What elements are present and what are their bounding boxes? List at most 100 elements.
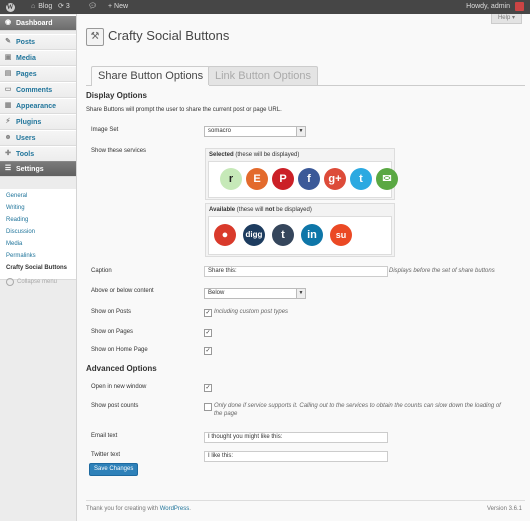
submenu-item-general[interactable]: General bbox=[0, 191, 76, 203]
tools-settings-icon: ⚒ bbox=[86, 28, 104, 46]
sidebar-item-media[interactable]: ▣ Media bbox=[0, 50, 76, 66]
show-posts-hint: Including custom post types bbox=[214, 309, 289, 315]
save-changes-button[interactable]: Save Changes bbox=[89, 463, 139, 476]
plug-icon: ⚡︎ bbox=[5, 118, 11, 125]
pinterest-icon[interactable]: P bbox=[272, 168, 294, 190]
available-services-title: Available (these will not be displayed) bbox=[209, 207, 312, 213]
submenu-item-media[interactable]: Media bbox=[0, 239, 76, 251]
image-set-select[interactable]: somacro ▼ bbox=[204, 126, 306, 137]
collapse-icon bbox=[6, 278, 14, 286]
twitter-icon[interactable]: t bbox=[350, 168, 372, 190]
new-window-label: Open in new window bbox=[91, 384, 147, 390]
post-counts-hint: Only done if service supports it. Callin… bbox=[214, 403, 501, 417]
sidebar-item-comments[interactable]: ▭ Comments bbox=[0, 82, 76, 98]
page-title: Crafty Social Buttons bbox=[108, 28, 230, 43]
advanced-options-heading: Advanced Options bbox=[86, 364, 157, 373]
show-home-checkbox[interactable]: ✓ bbox=[204, 347, 212, 355]
page-icon: ▤ bbox=[4, 70, 12, 77]
submenu-item-crafty-social-buttons[interactable]: Crafty Social Buttons bbox=[0, 263, 76, 275]
footer-divider bbox=[86, 500, 525, 501]
show-home-label: Show on Home Page bbox=[91, 347, 148, 353]
twitter-text-input[interactable]: I like this: bbox=[204, 451, 388, 462]
submenu-item-discussion[interactable]: Discussion bbox=[0, 227, 76, 239]
comment-bubble-icon: 💬︎ bbox=[88, 3, 97, 10]
brush-icon: ▦ bbox=[4, 102, 12, 109]
available-services-list: ● digg t in su bbox=[208, 216, 392, 255]
post-counts-checkbox[interactable] bbox=[204, 403, 212, 411]
email-icon[interactable]: ✉ bbox=[376, 168, 398, 190]
sidebar-item-plugins[interactable]: ⚡︎ Plugins bbox=[0, 114, 76, 130]
site-name-link[interactable]: ⌂ Blog bbox=[31, 0, 52, 14]
facebook-icon[interactable]: f bbox=[298, 168, 320, 190]
chevron-down-icon: ▼ bbox=[296, 127, 305, 136]
position-label: Above or below content bbox=[91, 288, 154, 294]
display-options-heading: Display Options bbox=[86, 91, 147, 100]
sidebar-item-tools[interactable]: ✚ Tools bbox=[0, 146, 76, 162]
caption-label: Caption bbox=[91, 268, 112, 274]
media-icon: ▣ bbox=[4, 54, 12, 61]
reddit-icon[interactable]: ● bbox=[214, 224, 236, 246]
tab-link-button-options[interactable]: Link Button Options bbox=[208, 66, 319, 85]
wrench-icon: ✚ bbox=[5, 150, 11, 157]
show-pages-label: Show on Pages bbox=[91, 329, 134, 335]
image-set-label: Image Set bbox=[91, 127, 119, 133]
sidebar-item-dashboard[interactable]: ◉ Dashboard bbox=[0, 15, 76, 31]
footer-version: Version 3.6.1 bbox=[486, 506, 522, 512]
available-services-box: Available (these will not be displayed) … bbox=[205, 203, 395, 257]
tumblr-icon[interactable]: t bbox=[272, 224, 294, 246]
email-text-label: Email text bbox=[91, 433, 118, 439]
twitter-text-label: Twitter text bbox=[91, 452, 121, 458]
google-plus-icon[interactable]: g+ bbox=[324, 168, 346, 190]
caption-input[interactable]: Share this: bbox=[204, 266, 388, 277]
refresh-icon: ⟳ bbox=[58, 3, 64, 10]
email-text-input[interactable]: I thought you might like this: bbox=[204, 432, 388, 443]
admin-sidebar: ◉ Dashboard ✎ Posts ▣ Media ▤ Pages ▭ Co… bbox=[0, 14, 77, 521]
footer-credit: Thank you for creating with WordPress. bbox=[86, 506, 191, 512]
updates-link[interactable]: ⟳ 3 bbox=[58, 0, 70, 14]
sidebar-item-posts[interactable]: ✎ Posts bbox=[0, 34, 76, 50]
admin-bar: W ⌂ Blog ⟳ 3 💬︎ + New Howdy, admin bbox=[0, 0, 530, 14]
selected-services-title: Selected (these will be displayed) bbox=[209, 152, 300, 158]
tab-bar: Share Button Options Link Button Options bbox=[86, 64, 525, 86]
show-services-label: Show these services bbox=[91, 148, 147, 154]
show-pages-checkbox[interactable]: ✓ bbox=[204, 329, 212, 337]
reddit-r-icon[interactable]: r bbox=[220, 168, 242, 190]
digg-icon[interactable]: digg bbox=[243, 224, 265, 246]
linkedin-icon[interactable]: in bbox=[301, 224, 323, 246]
caption-hint: Displays before the set of share buttons bbox=[389, 268, 495, 274]
pin-icon: ✎ bbox=[5, 38, 11, 45]
new-content-link[interactable]: + New bbox=[108, 0, 128, 14]
collapse-menu-button[interactable]: Collapse menu bbox=[6, 278, 57, 286]
sidebar-item-pages[interactable]: ▤ Pages bbox=[0, 66, 76, 82]
display-description: Share Buttons will prompt the user to sh… bbox=[86, 107, 282, 113]
submenu-item-permalinks[interactable]: Permalinks bbox=[0, 251, 76, 263]
selected-services-box: Selected (these will be displayed) r E P… bbox=[205, 148, 398, 200]
submenu-item-writing[interactable]: Writing bbox=[0, 203, 76, 215]
tab-share-button-options[interactable]: Share Button Options bbox=[91, 66, 211, 86]
chevron-down-icon: ▼ bbox=[296, 289, 305, 298]
selected-services-list: r E P f g+ t ✉ bbox=[208, 161, 398, 198]
main-content: Help ▾ ⚒ Crafty Social Buttons Share But… bbox=[77, 14, 530, 521]
wordpress-logo-icon[interactable]: W bbox=[4, 0, 16, 14]
comment-icon: ▭ bbox=[4, 86, 12, 93]
etsy-icon[interactable]: E bbox=[246, 168, 268, 190]
sidebar-item-settings[interactable]: ☰ Settings bbox=[0, 161, 76, 177]
new-window-checkbox[interactable]: ✓ bbox=[204, 384, 212, 392]
home-icon: ⌂ bbox=[31, 3, 36, 10]
account-menu[interactable]: Howdy, admin bbox=[466, 0, 510, 14]
dashboard-icon: ◉ bbox=[4, 19, 12, 26]
wordpress-link[interactable]: WordPress bbox=[160, 506, 190, 512]
submenu-item-reading[interactable]: Reading bbox=[0, 215, 76, 227]
comments-link[interactable]: 💬︎ bbox=[88, 0, 97, 14]
sidebar-item-appearance[interactable]: ▦ Appearance bbox=[0, 98, 76, 114]
show-posts-label: Show on Posts bbox=[91, 309, 132, 315]
users-icon: ☻ bbox=[4, 134, 12, 141]
position-select[interactable]: Below ▼ bbox=[204, 288, 306, 299]
avatar[interactable] bbox=[515, 2, 524, 11]
sidebar-item-users[interactable]: ☻ Users bbox=[0, 130, 76, 146]
show-posts-checkbox[interactable]: ✓ bbox=[204, 309, 212, 317]
post-counts-label: Show post counts bbox=[91, 403, 139, 409]
help-tab[interactable]: Help ▾ bbox=[490, 14, 522, 24]
settings-submenu: General Writing Reading Discussion Media… bbox=[0, 189, 76, 280]
stumbleupon-icon[interactable]: su bbox=[330, 224, 352, 246]
